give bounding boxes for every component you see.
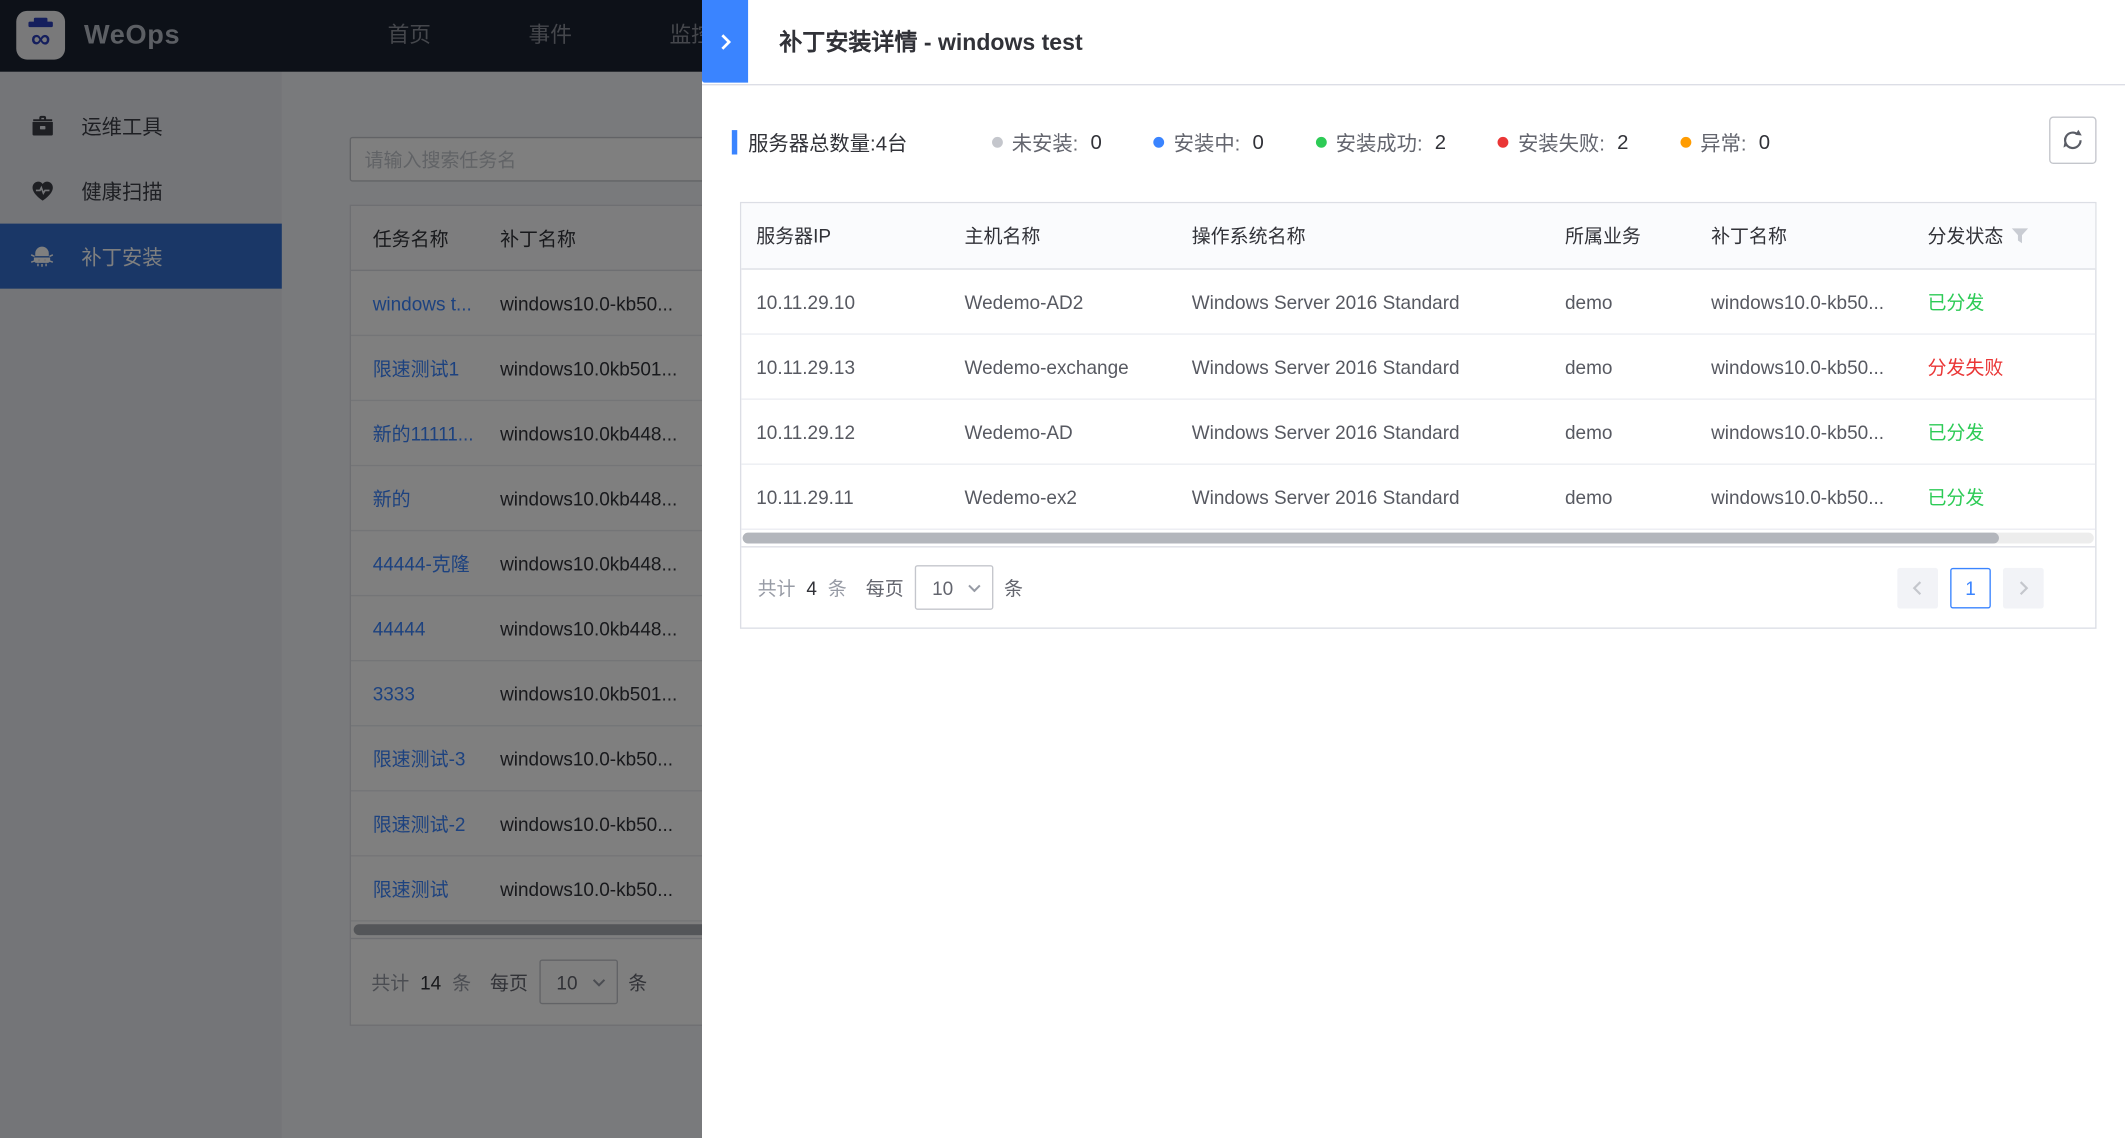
status-dot-icon [1498,137,1509,148]
status-label: 安装成功: [1336,128,1423,156]
pager: 1 [1897,567,2043,608]
distribute-status-cell: 已分发 [1927,418,2095,445]
horizontal-scrollbar[interactable] [743,533,2094,544]
os-name-cell: Windows Server 2016 Standard [1192,421,1565,443]
page-size-value: 10 [932,577,953,599]
distribute-status-cell: 已分发 [1927,288,2095,315]
page-number-button[interactable]: 1 [1950,567,1991,608]
distribute-status-cell: 分发失败 [1927,353,2095,380]
column-header-os-name: 操作系统名称 [1192,222,1565,249]
chevron-right-icon [2018,579,2029,595]
scrollbar-thumb[interactable] [743,533,2000,544]
host-name-cell: Wedemo-ex2 [965,486,1192,508]
drawer-title: 补丁安装详情 - windows test [702,0,2125,85]
business-cell: demo [1565,421,1711,443]
status-dot-icon [1680,137,1691,148]
accent-bar [732,130,737,154]
distribute-status-cell: 已分发 [1927,483,2095,510]
server-table-pagination: 共计 4 条 每页 10 条 1 [741,546,2095,627]
server-ip-cell: 10.11.29.13 [741,356,964,378]
os-name-cell: Windows Server 2016 Standard [1192,356,1565,378]
server-total-label: 服务器总数量:4台 [748,128,907,156]
chevron-right-icon [719,32,731,51]
server-ip-cell: 10.11.29.11 [741,486,964,508]
host-name-cell: Wedemo-AD2 [965,291,1192,313]
patch-name-cell: windows10.0-kb50... [1711,356,1927,378]
refresh-icon [2060,127,2086,153]
server-summary: 服务器总数量:4台 未安装: 0 安装中: 0 [732,119,1770,165]
distribute-status-label: 分发状态 [1927,222,2003,249]
status-legend-item: 安装失败: 2 [1498,128,1629,156]
server-table-row: 10.11.29.10 Wedemo-AD2 Windows Server 20… [741,270,2095,335]
status-legend-item: 安装中: 0 [1153,128,1263,156]
business-cell: demo [1565,291,1711,313]
refresh-button[interactable] [2049,117,2096,164]
status-legend-item: 异常: 0 [1680,128,1770,156]
modal-mask[interactable] [0,0,702,1138]
next-page-button[interactable] [2003,567,2044,608]
column-header-host-name: 主机名称 [965,222,1192,249]
per-page-label: 每页 [866,574,904,601]
server-table-header: 服务器IP 主机名称 操作系统名称 所属业务 补丁名称 分发状态 [741,203,2095,269]
business-cell: demo [1565,486,1711,508]
status-label: 异常: [1700,128,1746,156]
status-label: 安装失败: [1518,128,1605,156]
os-name-cell: Windows Server 2016 Standard [1192,486,1565,508]
total-suffix-label: 条 [828,574,847,601]
patch-name-cell: windows10.0-kb50... [1711,486,1927,508]
total-prefix-label: 共计 [758,574,796,601]
business-cell: demo [1565,356,1711,378]
status-dot-icon [991,137,1002,148]
status-value: 0 [1759,131,1770,154]
patch-name-cell: windows10.0-kb50... [1711,291,1927,313]
status-value: 0 [1091,131,1102,154]
prev-page-button[interactable] [1897,567,1938,608]
filter-funnel-icon[interactable] [2011,228,2029,244]
status-label: 安装中: [1174,128,1241,156]
status-legend-item: 未安装: 0 [991,128,1101,156]
status-value: 0 [1253,131,1264,154]
status-dot-icon [1315,137,1326,148]
server-table-card: 服务器IP 主机名称 操作系统名称 所属业务 补丁名称 分发状态 10.11.2… [740,202,2097,629]
column-header-distribute-status: 分发状态 [1927,222,2095,249]
drawer-collapse-button[interactable] [702,0,748,83]
server-table-row: 10.11.29.12 Wedemo-AD Windows Server 201… [741,400,2095,465]
total-count: 4 [806,577,817,599]
server-table-row: 10.11.29.13 Wedemo-exchange Windows Serv… [741,335,2095,400]
os-name-cell: Windows Server 2016 Standard [1192,291,1565,313]
server-ip-cell: 10.11.29.12 [741,421,964,443]
status-legend: 未安装: 0 安装中: 0 安装成功: 2 [991,128,1770,156]
unit-label: 条 [1004,574,1023,601]
patch-name-cell: windows10.0-kb50... [1711,421,1927,443]
status-legend-item: 安装成功: 2 [1315,128,1446,156]
server-ip-cell: 10.11.29.10 [741,291,964,313]
column-header-business: 所属业务 [1565,222,1711,249]
column-header-patch-name: 补丁名称 [1711,222,1927,249]
host-name-cell: Wedemo-AD [965,421,1192,443]
app-root: ∞ WeOps 首页 事件 监控 运维工具 [0,0,2125,1138]
status-label: 未安装: [1012,128,1079,156]
status-value: 2 [1435,131,1446,154]
page-size-select[interactable]: 10 [915,565,994,610]
patch-detail-drawer: 补丁安装详情 - windows test 服务器总数量:4台 未安装: 0 安… [702,0,2125,1138]
column-header-server-ip: 服务器IP [741,222,964,249]
server-table-row: 10.11.29.11 Wedemo-ex2 Windows Server 20… [741,465,2095,530]
chevron-left-icon [1912,579,1923,595]
drawer-header: 补丁安装详情 - windows test [702,0,2125,85]
host-name-cell: Wedemo-exchange [965,356,1192,378]
status-value: 2 [1617,131,1628,154]
chevron-down-icon [967,583,981,591]
status-dot-icon [1153,137,1164,148]
